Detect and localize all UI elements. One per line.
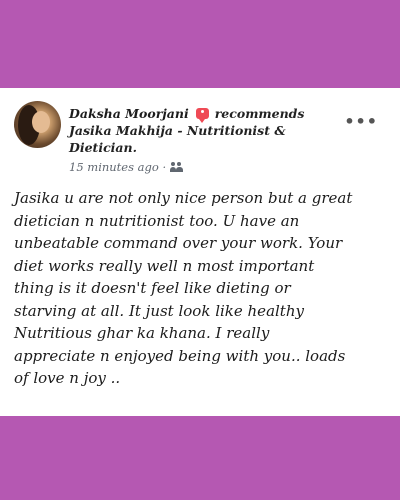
- timestamp[interactable]: 15 minutes ago: [69, 160, 159, 174]
- post-text: Jasika u are not only nice person but a …: [14, 189, 353, 387]
- post-card: Daksha Moorjani recommends Jasika Makhij…: [0, 88, 400, 416]
- page-name[interactable]: Jasika Makhija - Nutritionist & Dieticia…: [69, 123, 286, 155]
- author-name[interactable]: Daksha Moorjani: [69, 106, 189, 121]
- meta-separator: ·: [162, 160, 167, 174]
- avatar-face: [32, 111, 50, 133]
- more-options-icon[interactable]: •••: [344, 112, 378, 131]
- avatar[interactable]: [14, 101, 61, 148]
- recommend-icon: [195, 108, 209, 123]
- action-text: recommends: [214, 106, 305, 121]
- post-meta: 15 minutes ago ·: [69, 160, 183, 174]
- friends-icon[interactable]: [169, 162, 183, 172]
- post-header: Daksha Moorjani recommends Jasika Makhij…: [69, 105, 349, 156]
